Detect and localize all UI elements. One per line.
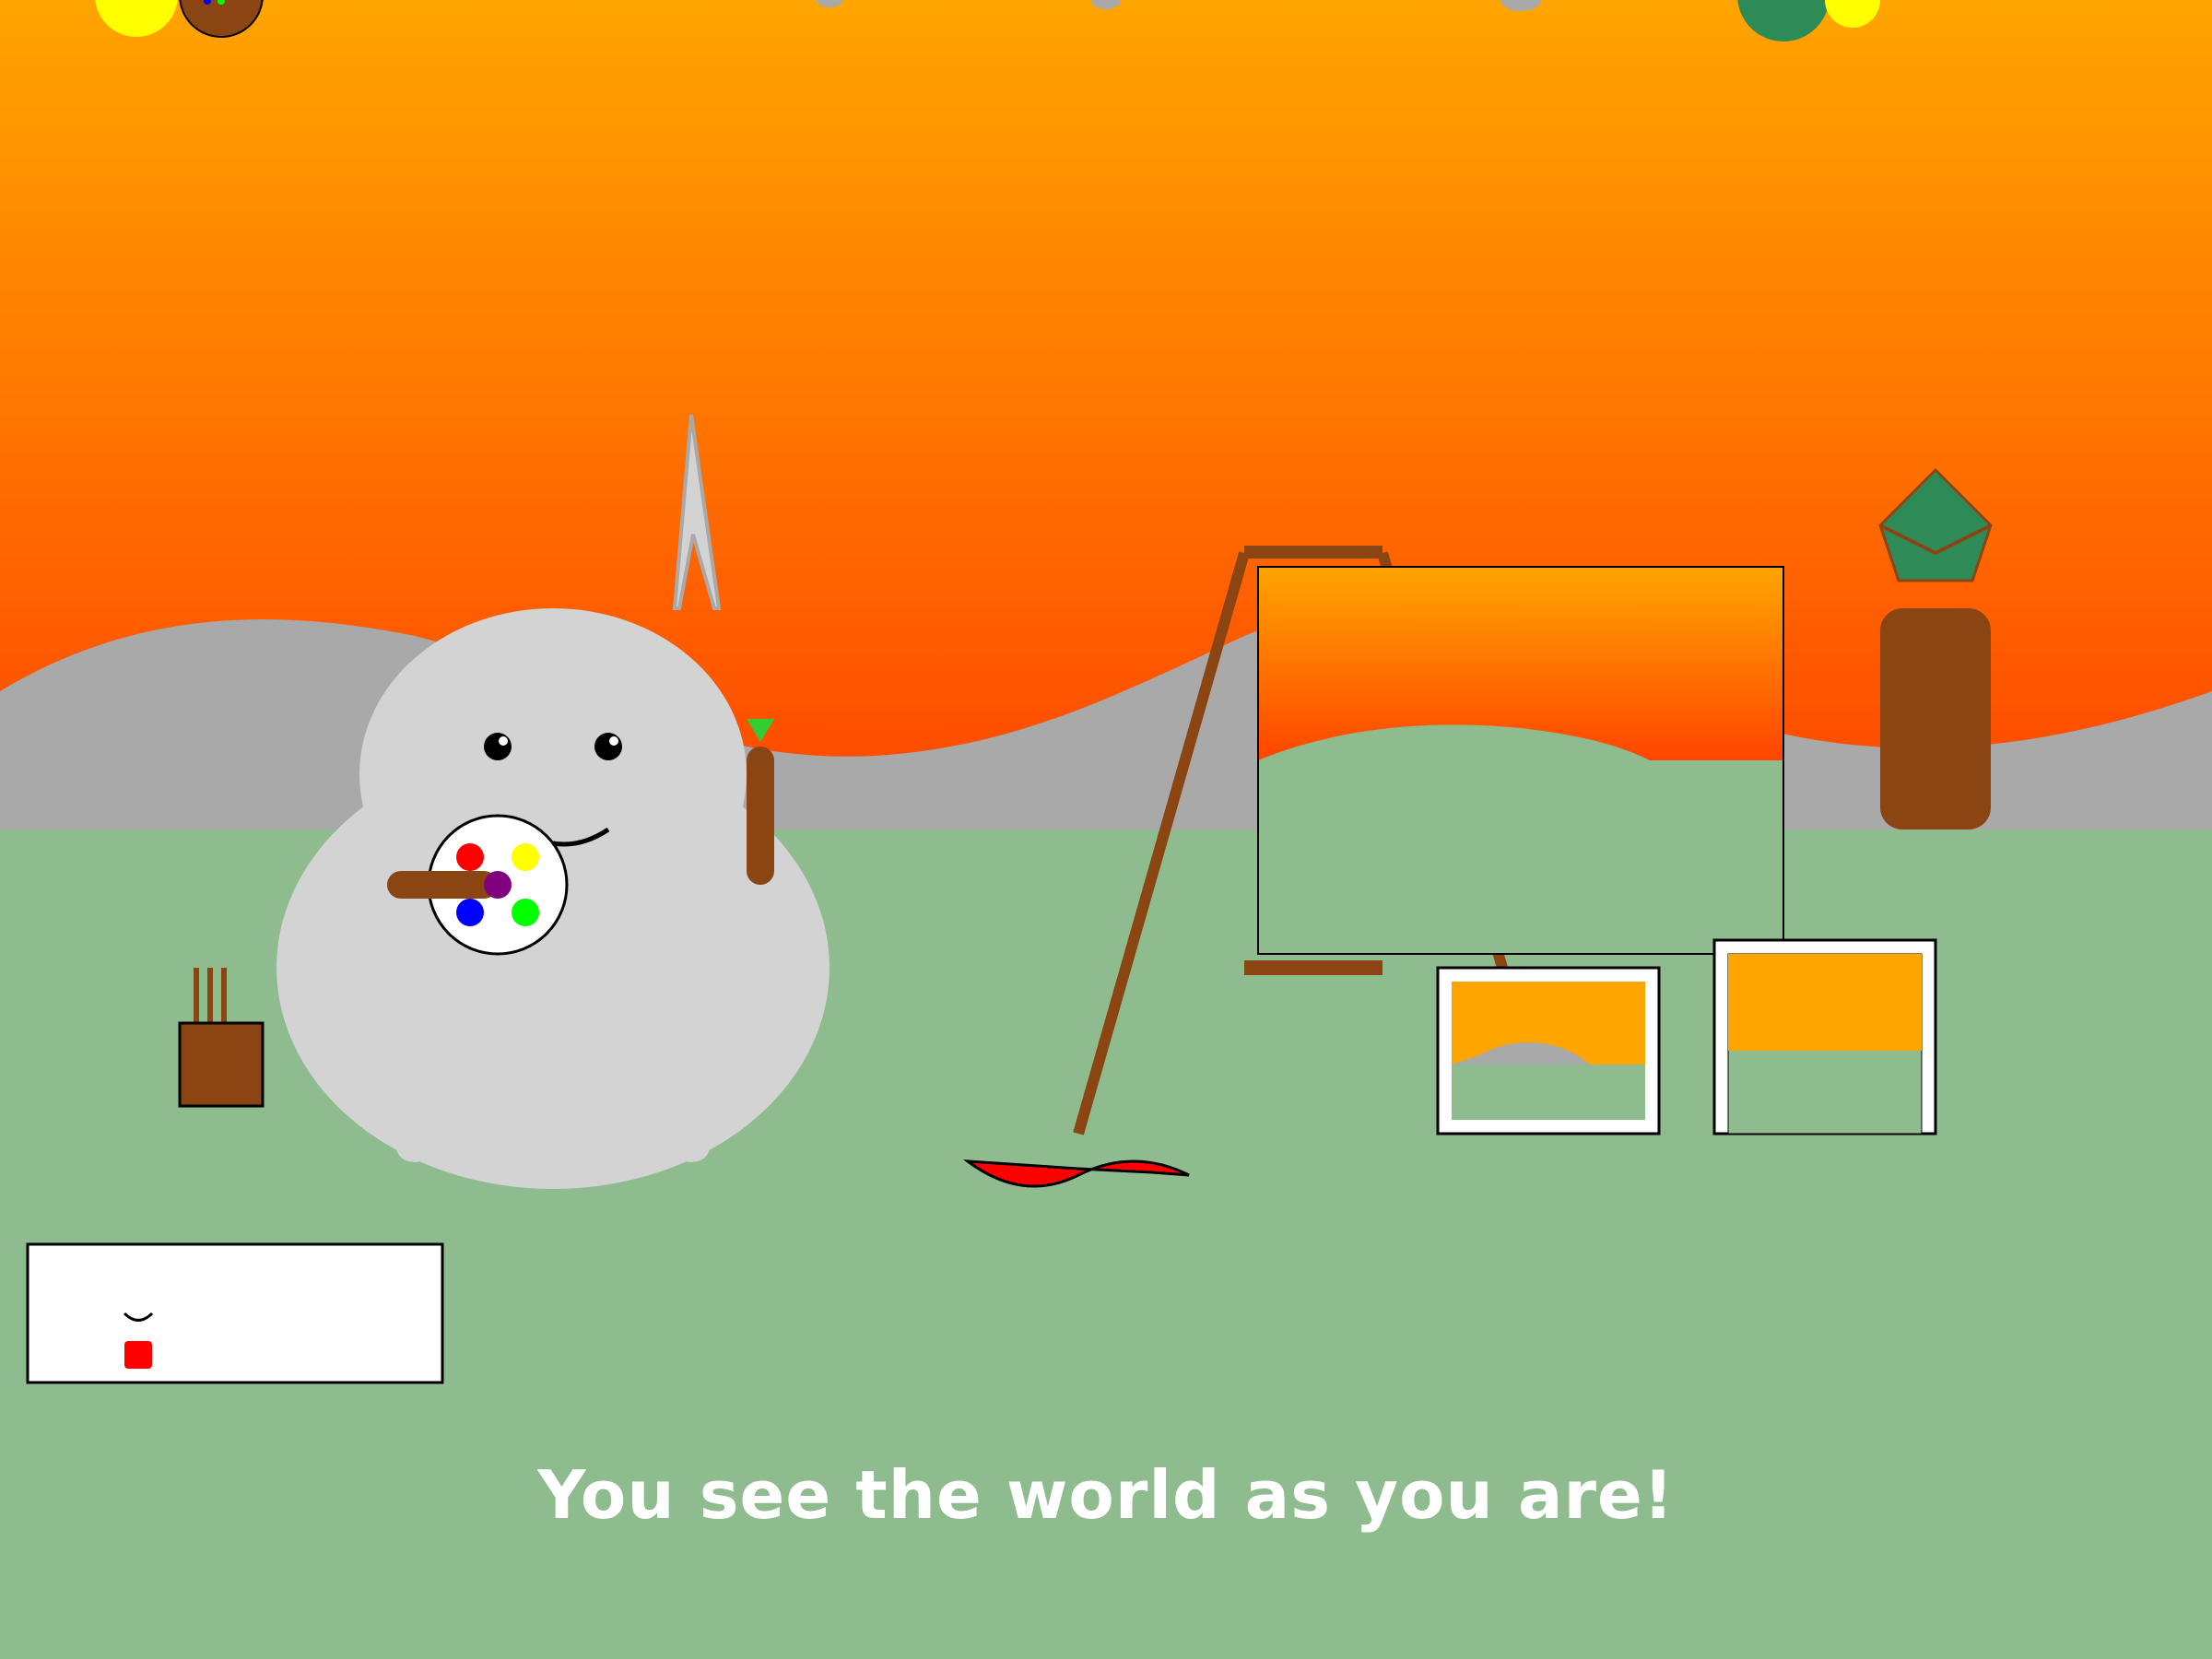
eye-right-icon [594,733,622,760]
eye-left-icon [484,733,512,760]
arm-right [747,747,774,885]
arm-left [387,871,498,899]
game-message: You see the world as you are! [537,1456,1675,1534]
paint-purple-dot[interactable] [484,871,512,899]
easel-ledge [1244,960,1382,975]
vase-icon[interactable] [1878,467,1993,830]
framed-painting-2[interactable] [1712,938,1937,1135]
easel-top-bar [1244,546,1382,559]
snowman-foot-right [673,1133,710,1162]
game-scene[interactable] [0,0,2212,1659]
paint-green-dot[interactable] [512,899,539,926]
paint-blue-dot[interactable] [456,899,484,926]
easel-canvas[interactable] [1257,566,1784,955]
inventory-panel[interactable] [26,1242,444,1384]
paint-yellow-dot[interactable] [512,843,539,871]
snowman-foot-left [396,1133,433,1162]
paint-red-dot[interactable] [456,843,484,871]
inventory-red-paint-icon[interactable] [124,1341,152,1369]
framed-painting-1[interactable] [1436,966,1661,1135]
vase-body [1880,608,1991,830]
